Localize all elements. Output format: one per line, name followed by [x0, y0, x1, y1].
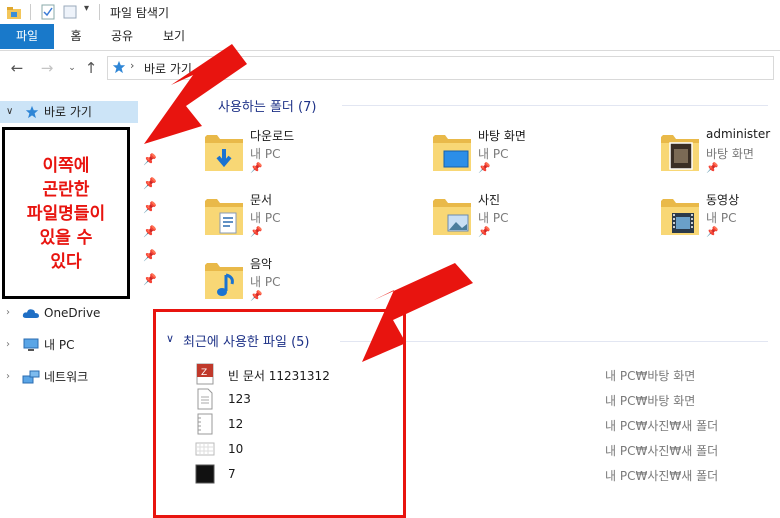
sidebar-item-quick-access[interactable]: ∨ 바로 가기 — [0, 101, 138, 123]
folder-location: 내 PC — [478, 211, 509, 225]
pin-icon: 📌 — [706, 163, 719, 174]
network-icon — [22, 370, 40, 384]
breadcrumb-separator-icon[interactable]: › — [130, 59, 134, 72]
pin-icon: 📌 — [250, 163, 263, 174]
pin-icon[interactable]: 📌 — [143, 201, 157, 214]
folder-name: 음악 — [250, 257, 273, 271]
chevron-right-icon[interactable]: › — [6, 366, 10, 388]
new-folder-icon[interactable] — [62, 4, 78, 20]
tab-view[interactable]: 보기 — [156, 24, 192, 49]
folder-name: 사진 — [478, 193, 501, 207]
pin-icon: 📌 — [478, 163, 491, 174]
folder-name: 문서 — [250, 193, 273, 207]
forward-icon[interactable]: → — [37, 58, 57, 78]
file-path: 내 PC₩사진₩새 폴더 — [605, 419, 719, 433]
sidebar-item-label: 바로 가기 — [44, 105, 92, 119]
folder-location: 내 PC — [250, 211, 281, 225]
picture-icon — [432, 193, 472, 237]
folder-name: administer — [706, 127, 771, 141]
download-icon — [204, 129, 244, 173]
folder-location: 바탕 화면 — [706, 147, 754, 161]
sidebar-item-this-pc[interactable]: › 내 PC — [0, 334, 150, 356]
sidebar-item-onedrive[interactable]: › OneDrive — [0, 302, 150, 324]
folder-tile[interactable]: 바탕 화면내 PC 📌 — [432, 127, 632, 187]
up-icon[interactable]: ↑ — [81, 58, 101, 78]
pin-icon[interactable]: 📌 — [143, 153, 157, 166]
folder-tile[interactable]: administer 바탕 화면 📌 — [660, 127, 780, 187]
chevron-right-icon[interactable]: › — [6, 334, 10, 356]
tab-share[interactable]: 공유 — [104, 24, 140, 49]
customize-quick-access-icon[interactable]: ▾ — [84, 3, 89, 14]
cloud-icon — [22, 309, 39, 318]
folder-location: 내 PC — [478, 147, 509, 161]
tab-home[interactable]: 홈 — [58, 24, 94, 49]
frequent-folders-header[interactable]: 사용하는 폴더 (7) — [218, 96, 316, 115]
annotation-box: 이쪽에 곤란한 파일명들이 있을 수 있다 — [2, 127, 130, 299]
film-icon — [660, 193, 700, 237]
folder-tile[interactable]: 문서내 PC 📌 — [204, 191, 404, 251]
folder-location: 내 PC — [250, 275, 281, 289]
sidebar-item-label: 네트워크 — [44, 370, 89, 384]
folder-name: 동영상 — [706, 193, 740, 207]
sidebar-item-network[interactable]: › 네트워크 — [0, 366, 150, 388]
address-bar[interactable]: › 바로 가기 — [107, 56, 774, 80]
pin-icon[interactable]: 📌 — [143, 273, 157, 286]
folder-tile[interactable]: 음악내 PC 📌 — [204, 255, 404, 315]
chevron-right-icon[interactable]: › — [6, 302, 10, 324]
folder-name: 바탕 화면 — [478, 129, 526, 143]
divider — [99, 4, 100, 20]
sidebar-item-label: OneDrive — [44, 306, 101, 320]
folder-tile[interactable]: 사진내 PC 📌 — [432, 191, 632, 251]
tab-file[interactable]: 파일 — [0, 24, 54, 49]
pin-icon[interactable]: 📌 — [143, 177, 157, 190]
group-divider — [342, 105, 768, 106]
recent-locations-icon[interactable]: ⌄ — [62, 58, 82, 78]
folder-location: 내 PC — [706, 211, 737, 225]
computer-icon — [23, 338, 39, 351]
file-path: 내 PC₩바탕 화면 — [605, 369, 696, 383]
file-path: 내 PC₩사진₩새 폴더 — [605, 444, 719, 458]
folder-tile[interactable]: 동영상내 PC 📌 — [660, 191, 780, 251]
pin-icon[interactable]: 📌 — [143, 225, 157, 238]
window-title: 파일 탐색기 — [110, 6, 170, 20]
file-path: 내 PC₩사진₩새 폴더 — [605, 469, 719, 483]
star-icon — [25, 105, 39, 119]
music-icon — [204, 257, 244, 301]
back-icon[interactable]: ← — [7, 58, 27, 78]
ribbon-tabs: 파일 홈 공유 보기 — [0, 24, 780, 51]
divider — [30, 4, 31, 20]
folder-location: 내 PC — [250, 147, 281, 161]
pin-icon: 📌 — [478, 227, 491, 238]
desktop-icon — [432, 129, 472, 173]
file-path: 내 PC₩바탕 화면 — [605, 394, 696, 408]
breadcrumb[interactable]: 바로 가기 — [144, 60, 192, 77]
properties-icon[interactable] — [40, 4, 56, 20]
chevron-down-icon[interactable]: ∨ — [6, 101, 13, 123]
document-icon — [204, 193, 244, 237]
pin-icon: 📌 — [706, 227, 719, 238]
title-bar: ▾ 파일 탐색기 — [0, 0, 780, 24]
pin-icon: 📌 — [250, 227, 263, 238]
pin-icon[interactable]: 📌 — [143, 249, 157, 262]
explorer-icon[interactable] — [6, 4, 22, 20]
folder-name: 다운로드 — [250, 129, 295, 143]
annotation-text: 이쪽에 곤란한 파일명들이 있을 수 있다 — [26, 156, 106, 272]
sidebar-item-label: 내 PC — [44, 338, 75, 352]
star-icon — [112, 60, 126, 74]
highlight-box — [153, 309, 406, 518]
folder-tile[interactable]: 다운로드내 PC 📌 — [204, 127, 404, 187]
photo-icon — [660, 129, 700, 173]
pin-icon: 📌 — [250, 291, 263, 302]
